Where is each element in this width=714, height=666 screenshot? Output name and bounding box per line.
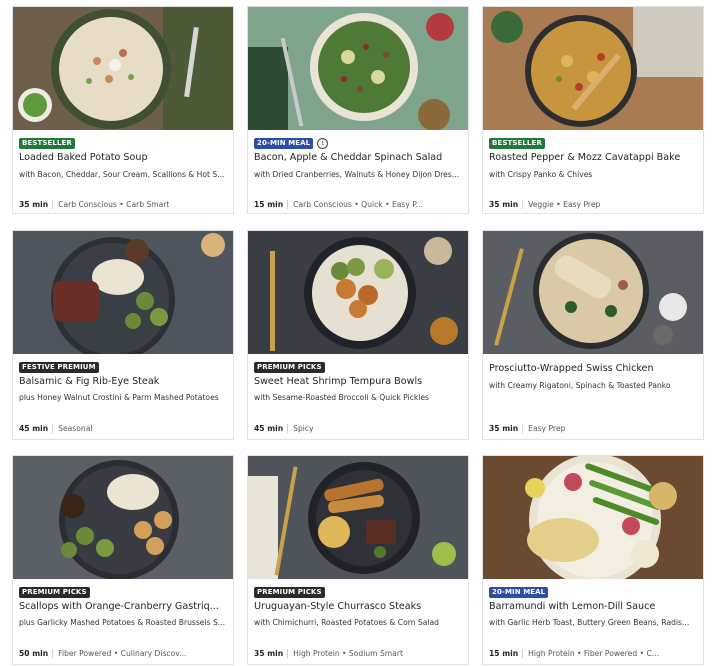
recipe-title[interactable]: Scallops with Orange-Cranberry Gastriq..… xyxy=(19,601,227,612)
recipe-card[interactable]: FESTIVE PREMIUM Balsamic & Fig Rib-Eye S… xyxy=(12,230,234,440)
badge-row: PREMIUM PICKS xyxy=(254,361,325,373)
divider xyxy=(287,200,289,209)
recipe-tags: Easy Prep xyxy=(528,424,566,433)
recipe-meta: 15 min Carb Conscious • Quick • Easy P..… xyxy=(254,200,462,209)
cook-time: 35 min xyxy=(254,649,284,658)
recipe-meta: 50 min Fiber Powered • Culinary Discov..… xyxy=(19,649,227,658)
recipe-title[interactable]: Roasted Pepper & Mozz Cavatappi Bake xyxy=(489,152,697,163)
recipe-card[interactable]: PREMIUM PICKS Uruguayan-Style Churrasco … xyxy=(247,455,469,665)
recipe-subtitle: with Chimichurri, Roasted Potatoes & Cor… xyxy=(254,618,439,627)
divider xyxy=(522,200,524,209)
badge-row: FESTIVE PREMIUM xyxy=(19,361,99,373)
recipe-title[interactable]: Uruguayan-Style Churrasco Steaks xyxy=(254,601,462,612)
recipe-meta: 15 min High Protein • Fiber Powered • C.… xyxy=(489,649,697,658)
cook-time: 35 min xyxy=(19,200,49,209)
recipe-meta: 45 min Spicy xyxy=(254,424,462,433)
badge-row: PREMIUM PICKS xyxy=(19,586,90,598)
recipe-photo[interactable] xyxy=(483,456,703,579)
divider xyxy=(52,200,54,209)
recipe-tags: Carb Conscious • Quick • Easy P... xyxy=(293,200,423,209)
recipe-photo[interactable] xyxy=(13,456,233,579)
recipe-tags: Spicy xyxy=(293,424,314,433)
recipe-photo[interactable] xyxy=(13,231,233,354)
recipe-card[interactable]: 20-MIN MEAL Barramundi with Lemon-Dill S… xyxy=(482,455,704,665)
twenty-min-meal-badge: 20-MIN MEAL xyxy=(254,137,314,149)
recipe-title[interactable]: Sweet Heat Shrimp Tempura Bowls xyxy=(254,376,462,387)
recipe-photo[interactable] xyxy=(248,7,468,130)
recipe-card[interactable]: PREMIUM PICKS Scallops with Orange-Cranb… xyxy=(12,455,234,665)
cook-time: 45 min xyxy=(19,424,49,433)
recipe-card[interactable]: BESTSELLER Roasted Pepper & Mozz Cavatap… xyxy=(482,6,704,214)
recipe-photo[interactable] xyxy=(13,7,233,130)
recipe-subtitle: with Bacon, Cheddar, Sour Cream, Scallio… xyxy=(19,170,225,179)
recipe-title[interactable]: Barramundi with Lemon-Dill Sauce xyxy=(489,601,697,612)
badge-row: BESTSELLER xyxy=(19,137,75,149)
recipe-subtitle: with Creamy Rigatoni, Spinach & Toasted … xyxy=(489,381,671,390)
recipe-subtitle: with Garlic Herb Toast, Buttery Green Be… xyxy=(489,618,690,627)
recipe-card[interactable]: Prosciutto-Wrapped Swiss Chicken with Cr… xyxy=(482,230,704,440)
recipe-card[interactable]: BESTSELLER Loaded Baked Potato Soup with… xyxy=(12,6,234,214)
recipe-tags: Fiber Powered • Culinary Discov... xyxy=(58,649,187,658)
recipe-photo[interactable] xyxy=(248,231,468,354)
recipe-subtitle: with Crispy Panko & Chives xyxy=(489,170,593,179)
recipe-tags: Carb Conscious • Carb Smart xyxy=(58,200,170,209)
recipe-card[interactable]: 20-MIN MEAL i Bacon, Apple & Cheddar Spi… xyxy=(247,6,469,214)
recipe-meta: 35 min Veggie • Easy Prep xyxy=(489,200,697,209)
recipe-subtitle: with Dried Cranberries, Walnuts & Honey … xyxy=(254,170,460,179)
twenty-min-meal-badge: 20-MIN MEAL xyxy=(489,586,549,598)
cook-time: 50 min xyxy=(19,649,49,658)
recipe-tags: Seasonal xyxy=(58,424,93,433)
recipe-tags: Veggie • Easy Prep xyxy=(528,200,601,209)
badge-row: 20-MIN MEAL xyxy=(489,586,549,598)
recipe-title[interactable]: Prosciutto-Wrapped Swiss Chicken xyxy=(489,363,697,374)
recipe-tags: High Protein • Sodium Smart xyxy=(293,649,403,658)
badge-row: 20-MIN MEAL i xyxy=(254,137,329,149)
recipe-subtitle: with Sesame-Roasted Broccoli & Quick Pic… xyxy=(254,393,430,402)
divider xyxy=(52,649,54,658)
cook-time: 35 min xyxy=(489,424,519,433)
recipe-title[interactable]: Loaded Baked Potato Soup xyxy=(19,152,227,163)
divider xyxy=(522,424,524,433)
cook-time: 45 min xyxy=(254,424,284,433)
cook-time: 15 min xyxy=(489,649,519,658)
recipe-meta: 35 min Carb Conscious • Carb Smart xyxy=(19,200,227,209)
recipe-meta: 35 min Easy Prep xyxy=(489,424,697,433)
badge-row: PREMIUM PICKS xyxy=(254,586,325,598)
cook-time: 35 min xyxy=(489,200,519,209)
recipe-meta: 45 min Seasonal xyxy=(19,424,227,433)
recipe-card[interactable]: PREMIUM PICKS Sweet Heat Shrimp Tempura … xyxy=(247,230,469,440)
divider xyxy=(287,424,289,433)
divider xyxy=(287,649,289,658)
recipe-title[interactable]: Balsamic & Fig Rib-Eye Steak xyxy=(19,376,227,387)
bestseller-badge: BESTSELLER xyxy=(19,137,75,149)
divider xyxy=(52,424,54,433)
info-icon[interactable]: i xyxy=(317,137,329,149)
premium-picks-badge: PREMIUM PICKS xyxy=(254,586,325,598)
recipe-subtitle: plus Garlicky Mashed Potatoes & Roasted … xyxy=(19,618,226,627)
festive-premium-badge: FESTIVE PREMIUM xyxy=(19,361,99,373)
premium-picks-badge: PREMIUM PICKS xyxy=(254,361,325,373)
recipe-meta: 35 min High Protein • Sodium Smart xyxy=(254,649,462,658)
recipe-photo[interactable] xyxy=(483,7,703,130)
badge-row: BESTSELLER xyxy=(489,137,545,149)
recipe-title[interactable]: Bacon, Apple & Cheddar Spinach Salad xyxy=(254,152,462,163)
premium-picks-badge: PREMIUM PICKS xyxy=(19,586,90,598)
recipe-subtitle: plus Honey Walnut Crostini & Parm Mashed… xyxy=(19,393,219,402)
bestseller-badge: BESTSELLER xyxy=(489,137,545,149)
recipe-photo[interactable] xyxy=(483,231,703,354)
recipe-photo[interactable] xyxy=(248,456,468,579)
cook-time: 15 min xyxy=(254,200,284,209)
divider xyxy=(522,649,524,658)
recipe-grid: BESTSELLER Loaded Baked Potato Soup with… xyxy=(0,0,714,666)
recipe-tags: High Protein • Fiber Powered • C... xyxy=(528,649,660,658)
